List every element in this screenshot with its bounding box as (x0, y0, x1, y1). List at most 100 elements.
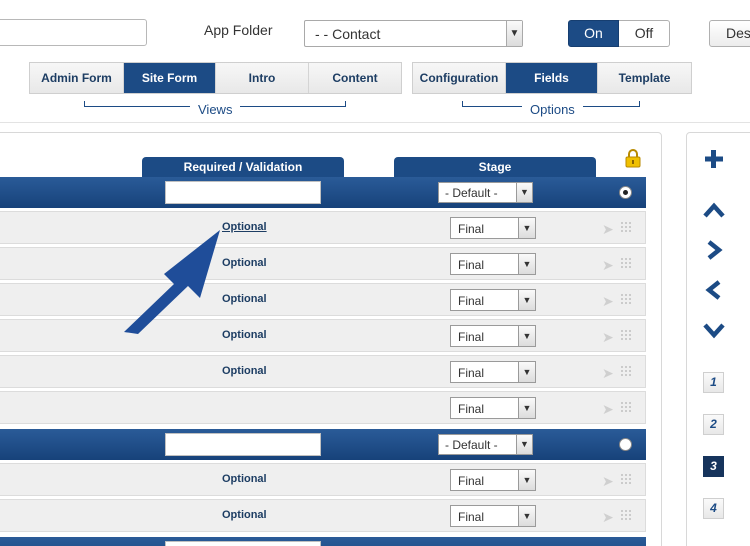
move-right-icon[interactable]: ➤ (602, 293, 614, 310)
required-text[interactable]: Optional (222, 473, 267, 485)
drag-handle-icon[interactable] (620, 509, 631, 522)
chevron-down-icon: ▼ (518, 398, 535, 418)
table-row: Optional Final ▼ ➤ (0, 499, 646, 532)
chevron-down-icon: ▼ (518, 506, 535, 526)
tab-fields[interactable]: Fields (506, 63, 598, 93)
tab-template[interactable]: Template (598, 63, 691, 93)
chevron-down-icon: ▼ (516, 435, 532, 454)
chevron-down-icon: ▼ (516, 183, 532, 202)
divider (0, 122, 750, 123)
table-row: Optional Final ▼ ➤ (0, 247, 646, 280)
tab-site-form[interactable]: Site Form (124, 63, 216, 93)
stage-select[interactable]: Final ▼ (450, 397, 536, 419)
required-text[interactable]: Optional (222, 329, 267, 341)
views-label: Views (190, 102, 241, 117)
chevron-down-icon[interactable] (703, 319, 725, 341)
plus-icon[interactable] (703, 148, 725, 170)
stage-select[interactable]: Final ▼ (450, 469, 536, 491)
group-radio[interactable] (619, 438, 632, 451)
page-3-button[interactable]: 3 (703, 456, 724, 477)
stage-select[interactable]: Final ▼ (450, 289, 536, 311)
group-header-row (0, 537, 646, 546)
chevron-up-icon[interactable] (703, 200, 725, 222)
stage-select[interactable]: Final ▼ (450, 361, 536, 383)
drag-handle-icon[interactable] (620, 221, 631, 234)
stage-select[interactable]: Final ▼ (450, 505, 536, 527)
drag-handle-icon[interactable] (620, 401, 631, 414)
chevron-down-icon: ▼ (518, 326, 535, 346)
annotation-arrow (124, 230, 220, 334)
move-right-icon[interactable]: ➤ (602, 257, 614, 274)
chevron-down-icon: ▼ (518, 218, 535, 238)
required-text[interactable]: Optional (222, 257, 267, 269)
stage-value: Final (458, 474, 485, 488)
chevron-down-icon: ▼ (518, 362, 535, 382)
table-row: Optional Final ▼ ➤ (0, 463, 646, 496)
group-radio[interactable] (619, 186, 632, 199)
chevron-down-icon: ▼ (506, 21, 522, 46)
table-row: Optional Final ▼ ➤ (0, 355, 646, 388)
stage-column-header: Stage (394, 157, 596, 177)
stage-value: Final (458, 510, 485, 524)
move-right-icon[interactable]: ➤ (602, 473, 614, 490)
app-folder-label: App Folder (204, 22, 273, 38)
group-name-input[interactable] (165, 541, 321, 546)
views-tabs: Admin Form Site Form Intro Content (29, 62, 402, 94)
toggle-off-button[interactable]: Off (619, 20, 670, 47)
required-text[interactable]: Optional (222, 365, 267, 377)
stage-select[interactable]: Final ▼ (450, 253, 536, 275)
tab-admin-form[interactable]: Admin Form (30, 63, 124, 93)
default-stage-value: - Default - (445, 438, 498, 452)
drag-handle-icon[interactable] (620, 473, 631, 486)
table-row: Optional Final ▼ ➤ (0, 283, 646, 316)
tab-configuration[interactable]: Configuration (413, 63, 506, 93)
default-stage-value: - Default - (445, 186, 498, 200)
chevron-down-icon: ▼ (518, 290, 535, 310)
stage-value: Final (458, 402, 485, 416)
move-right-icon[interactable]: ➤ (602, 509, 614, 526)
drag-handle-icon[interactable] (620, 257, 631, 270)
app-folder-select[interactable]: - - Contact ▼ (304, 20, 523, 47)
stage-value: Final (458, 258, 485, 272)
default-stage-select[interactable]: - Default - ▼ (438, 434, 533, 455)
drag-handle-icon[interactable] (620, 365, 631, 378)
tab-content[interactable]: Content (309, 63, 401, 93)
required-column-header: Required / Validation (142, 157, 344, 177)
group-name-input[interactable] (165, 433, 321, 456)
required-text[interactable]: Optional (222, 293, 267, 305)
options-tabs: Configuration Fields Template (412, 62, 692, 94)
page-2-button[interactable]: 2 (703, 414, 724, 435)
tab-intro[interactable]: Intro (216, 63, 309, 93)
move-right-icon[interactable]: ➤ (602, 329, 614, 346)
lock-icon[interactable] (624, 148, 642, 168)
stage-value: Final (458, 294, 485, 308)
move-right-icon[interactable]: ➤ (602, 221, 614, 238)
stage-select[interactable]: Final ▼ (450, 325, 536, 347)
default-stage-select[interactable]: - Default - ▼ (438, 182, 533, 203)
move-right-icon[interactable]: ➤ (602, 365, 614, 382)
table-row: Optional Final ▼ ➤ (0, 211, 646, 244)
chevron-down-icon: ▼ (518, 470, 535, 490)
drag-handle-icon[interactable] (620, 329, 631, 342)
chevron-right-icon[interactable] (703, 239, 725, 261)
stage-select[interactable]: Final ▼ (450, 217, 536, 239)
page-4-button[interactable]: 4 (703, 498, 724, 519)
drag-handle-icon[interactable] (620, 293, 631, 306)
move-right-icon[interactable]: ➤ (602, 401, 614, 418)
stage-value: Final (458, 222, 485, 236)
stage-value: Final (458, 330, 485, 344)
name-input[interactable] (0, 19, 147, 46)
chevron-down-icon: ▼ (518, 254, 535, 274)
page-1-button[interactable]: 1 (703, 372, 724, 393)
stage-value: Final (458, 366, 485, 380)
chevron-left-icon[interactable] (703, 279, 725, 301)
group-name-input[interactable] (165, 181, 321, 204)
required-text[interactable]: Optional (222, 509, 267, 521)
required-link[interactable]: Optional (222, 221, 267, 233)
table-row: Final ▼ ➤ (0, 391, 646, 424)
table-row: Optional Final ▼ ➤ (0, 319, 646, 352)
group-header-row: - Default - ▼ (0, 177, 646, 208)
desc-button[interactable]: Desc (709, 20, 750, 47)
app-folder-value: - - Contact (315, 26, 381, 42)
toggle-on-button[interactable]: On (568, 20, 619, 47)
